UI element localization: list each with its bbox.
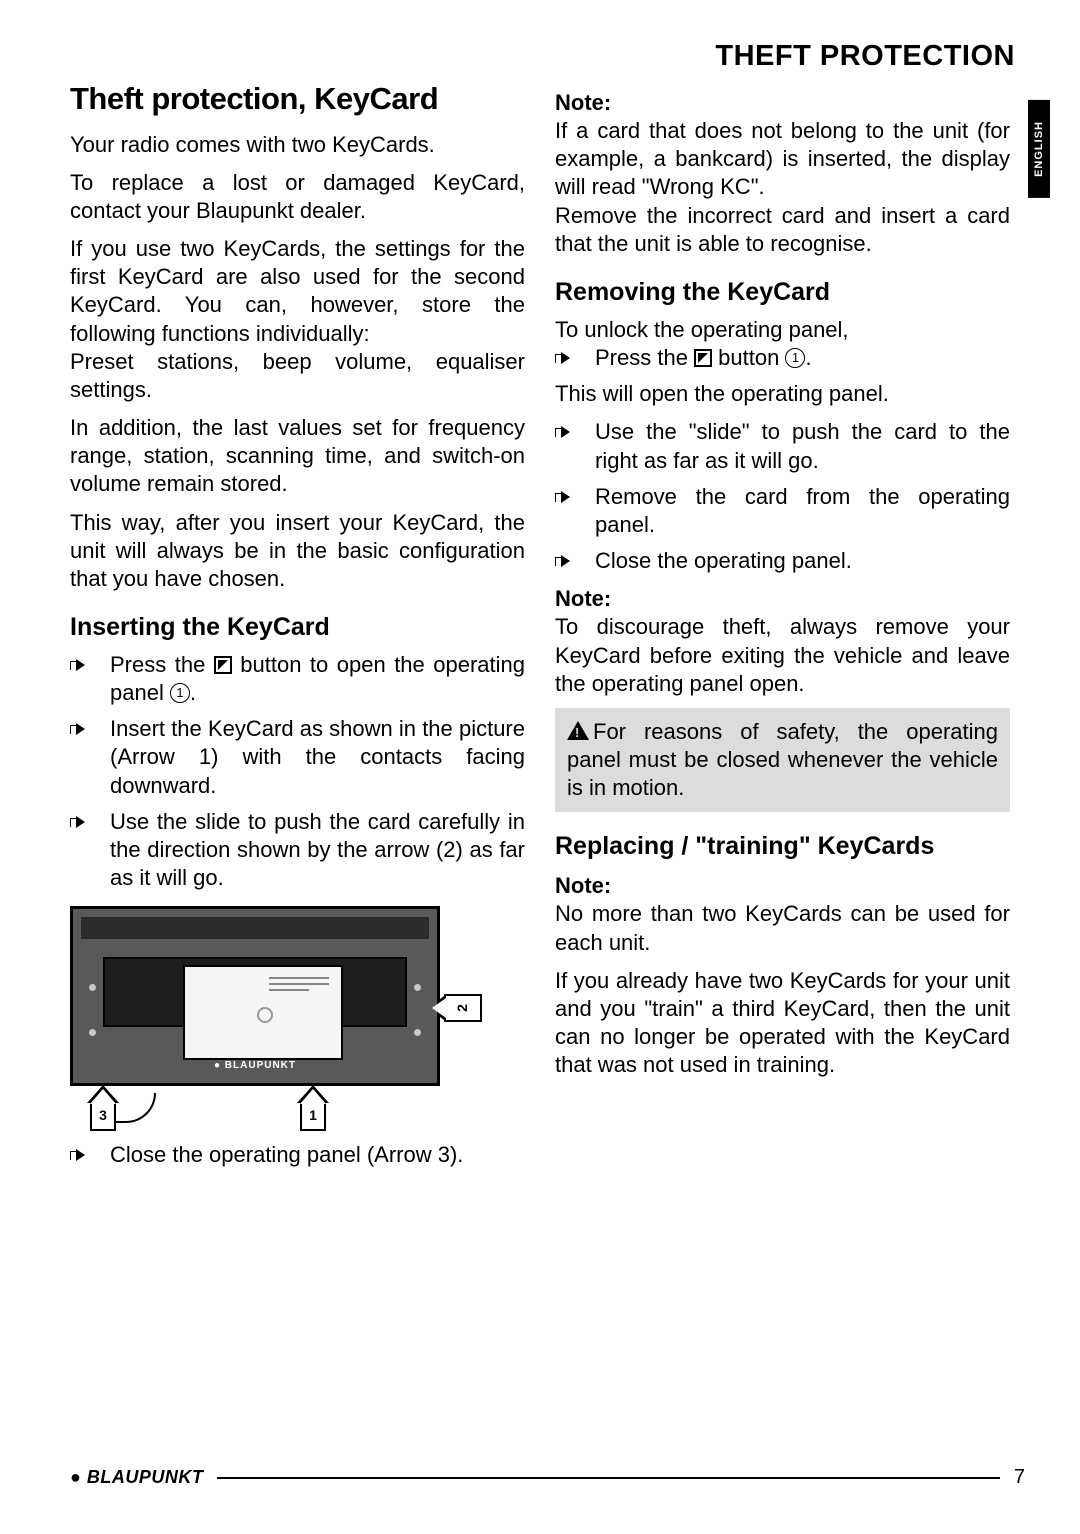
text: button bbox=[712, 345, 785, 370]
text: Use the slide to push the card carefully… bbox=[110, 808, 525, 892]
page-number: 7 bbox=[1014, 1466, 1025, 1489]
section-header: THEFT PROTECTION bbox=[70, 40, 1025, 73]
paragraph: If you already have two KeyCards for you… bbox=[555, 967, 1010, 1080]
bullet-arrow-icon bbox=[555, 351, 571, 365]
bullet-arrow-icon bbox=[555, 425, 571, 439]
open-panel-icon bbox=[694, 349, 712, 367]
text: Close the operating panel (Arrow 3). bbox=[110, 1141, 525, 1169]
list-item: Press the button 1. bbox=[555, 344, 1010, 372]
text: Press the bbox=[110, 652, 214, 677]
page-title: Theft protection, KeyCard bbox=[70, 79, 525, 119]
bullet-arrow-icon bbox=[70, 1148, 86, 1162]
paragraph: To replace a lost or damaged KeyCard, co… bbox=[70, 169, 525, 225]
subheading-replacing: Replacing / "training" KeyCards bbox=[555, 830, 1010, 862]
paragraph: If you use two KeyCards, the settings fo… bbox=[70, 235, 525, 348]
warning-icon bbox=[567, 721, 589, 740]
brand-label: BLAUPUNKT bbox=[73, 1060, 437, 1073]
bullet-arrow-icon bbox=[555, 490, 571, 504]
footer-brand: BLAUPUNKT bbox=[70, 1467, 203, 1488]
page-footer: BLAUPUNKT 7 bbox=[70, 1466, 1025, 1489]
subheading-inserting: Inserting the KeyCard bbox=[70, 611, 525, 643]
left-column: Theft protection, KeyCard Your radio com… bbox=[70, 79, 525, 1177]
list-item: Remove the card from the operating panel… bbox=[555, 483, 1010, 539]
paragraph: This way, after you insert your KeyCard,… bbox=[70, 509, 525, 593]
note-heading: Note: bbox=[555, 872, 1010, 900]
paragraph: Your radio comes with two KeyCards. bbox=[70, 131, 525, 159]
paragraph: Remove the incorrect card and insert a c… bbox=[555, 202, 1010, 258]
circled-number: 1 bbox=[785, 348, 805, 368]
text: Insert the KeyCard as shown in the pictu… bbox=[110, 715, 525, 799]
paragraph: If a card that does not belong to the un… bbox=[555, 117, 1010, 201]
arrow-2: 2 bbox=[444, 994, 482, 1022]
paragraph: This will open the operating panel. bbox=[555, 380, 1010, 408]
list-item: Use the slide to push the card carefully… bbox=[70, 808, 525, 892]
text: Press the bbox=[595, 345, 694, 370]
language-tab: ENGLISH bbox=[1028, 100, 1050, 198]
warning-box: For reasons of safety, the operating pan… bbox=[555, 708, 1010, 812]
paragraph: Preset stations, beep volume, equaliser … bbox=[70, 348, 525, 404]
warning-text: For reasons of safety, the operating pan… bbox=[567, 719, 998, 800]
arrow-3: 3 bbox=[90, 1101, 116, 1131]
note-heading: Note: bbox=[555, 585, 1010, 613]
list-item: Close the operating panel. bbox=[555, 547, 1010, 575]
footer-divider bbox=[217, 1477, 1000, 1479]
subheading-removing: Removing the KeyCard bbox=[555, 276, 1010, 308]
paragraph: No more than two KeyCards can be used fo… bbox=[555, 900, 1010, 956]
keycard-illustration bbox=[183, 965, 343, 1060]
note-heading: Note: bbox=[555, 89, 1010, 117]
list-item: Use the "slide" to push the card to the … bbox=[555, 418, 1010, 474]
list-item: Insert the KeyCard as shown in the pictu… bbox=[70, 715, 525, 799]
text: Close the operating panel. bbox=[595, 547, 1010, 575]
paragraph: To discourage theft, always remove your … bbox=[555, 613, 1010, 697]
open-panel-icon bbox=[214, 656, 232, 674]
paragraph: To unlock the operating panel, bbox=[555, 316, 1010, 344]
circled-number: 1 bbox=[170, 683, 190, 703]
bullet-arrow-icon bbox=[555, 554, 571, 568]
right-column: Note: If a card that does not belong to … bbox=[555, 79, 1010, 1177]
bullet-arrow-icon bbox=[70, 722, 86, 736]
keycard-diagram: BLAUPUNKT 2 1 3 bbox=[70, 906, 470, 1131]
bullet-arrow-icon bbox=[70, 815, 86, 829]
text: Remove the card from the operating panel… bbox=[595, 483, 1010, 539]
arrow-1: 1 bbox=[300, 1101, 326, 1131]
content-columns: Theft protection, KeyCard Your radio com… bbox=[70, 79, 1025, 1177]
list-item: Close the operating panel (Arrow 3). bbox=[70, 1141, 525, 1169]
device-frame: BLAUPUNKT bbox=[70, 906, 440, 1086]
list-item: Press the button to open the operating p… bbox=[70, 651, 525, 707]
bullet-arrow-icon bbox=[70, 658, 86, 672]
paragraph: In addition, the last values set for fre… bbox=[70, 414, 525, 498]
text: Use the "slide" to push the card to the … bbox=[595, 418, 1010, 474]
